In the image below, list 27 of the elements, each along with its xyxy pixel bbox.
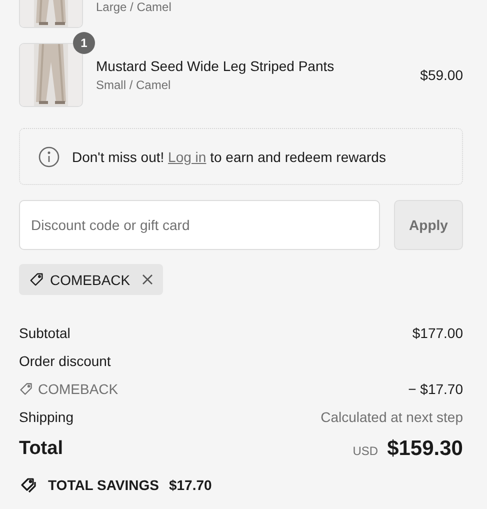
product-variant: Large / Camel [96,0,172,14]
discount-code-field[interactable]: Discount code or gift card [19,200,380,250]
product-variant: Small / Camel [96,78,172,92]
info-icon [38,146,60,168]
quantity-badge: 1 [73,32,95,54]
summary-label: Shipping [19,409,74,425]
currency-code: USD [352,444,378,458]
summary-value: $177.00 [412,325,463,341]
discount-code: COMEBACK [50,272,130,288]
savings-label: TOTAL SAVINGS [48,477,159,493]
summary-label: Subtotal [19,325,70,341]
total-amount: $159.30 [387,437,463,460]
tags-icon [19,476,38,494]
close-icon[interactable] [142,274,154,285]
total-label: Total [19,438,63,460]
savings-amount: $17.70 [168,477,212,493]
summary-label: Order discount [19,353,111,369]
rewards-message: Don't miss out! Log in to earn and redeem rewards [72,148,386,164]
login-link[interactable]: Log in [168,148,206,164]
summary-value: Calculated at next step [320,409,463,425]
apply-button[interactable]: Apply [394,200,463,250]
tag-icon [19,382,33,396]
discount-code: COMEBACK [38,381,118,397]
tag-icon [29,272,44,287]
summary-value: − $17.70 [408,381,463,397]
product-price: $59.00 [420,67,463,83]
product-title: Mustard Seed Wide Leg Striped Pants [96,58,336,74]
